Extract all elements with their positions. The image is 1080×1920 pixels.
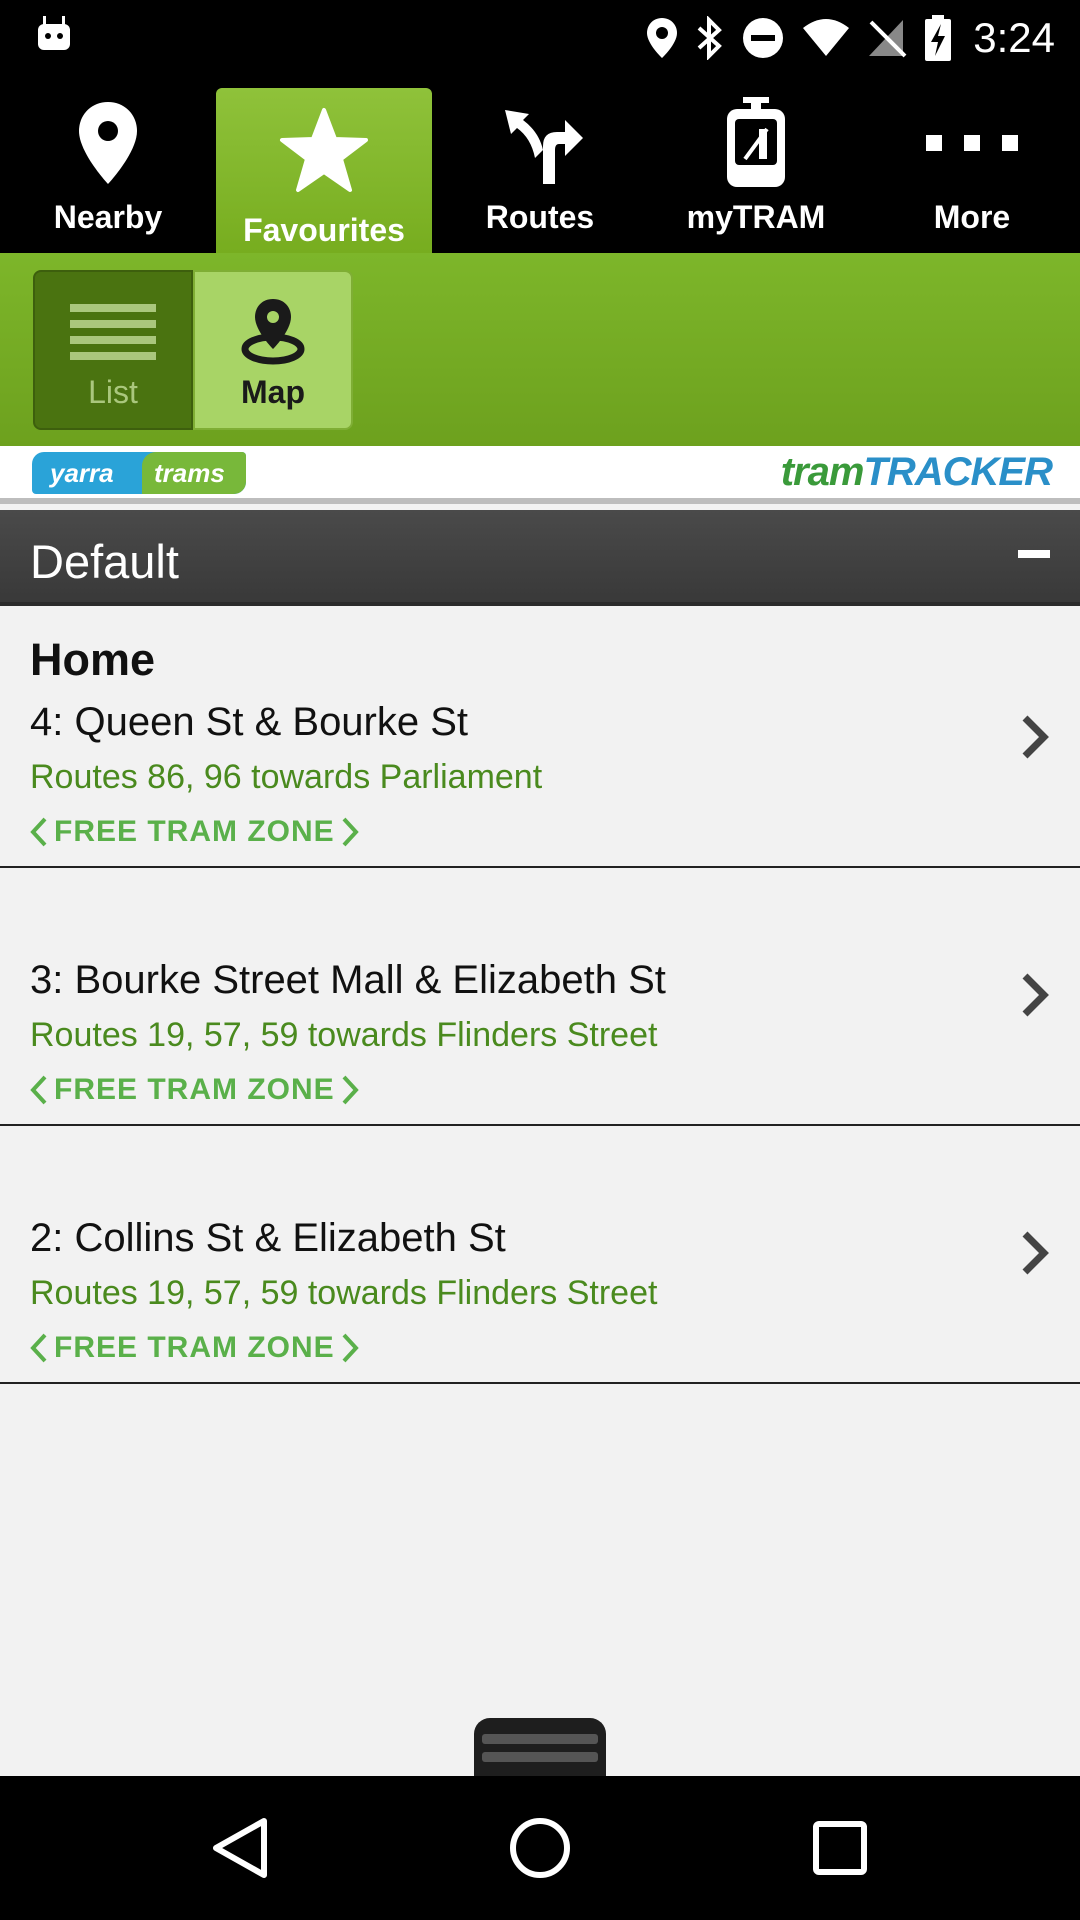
list-item[interactable]: 3: Bourke Street Mall & Elizabeth St Rou… [0,868,1080,1126]
status-bar: 3:24 [0,0,1080,75]
yarra-trams-logo: yarra trams [32,452,246,494]
free-tram-zone-badge: FREE TRAM ZONE [30,1331,359,1365]
chevron-right-icon [342,1075,359,1105]
tab-nearby[interactable]: Nearby [0,75,216,253]
tab-routes[interactable]: Routes [432,75,648,253]
back-button[interactable] [190,1798,290,1898]
routes-text: Routes 86, 96 towards Parliament [30,758,543,796]
bluetooth-icon [695,15,725,60]
battery-charging-icon [923,14,953,62]
brand-strip: yarra trams tramTRACKER [0,446,1080,504]
map-view-button[interactable]: Map [193,270,353,430]
tram-icon [721,75,791,195]
list-icon [70,272,156,372]
group-header[interactable]: Default [0,510,1080,606]
favourites-list: Home 4: Queen St & Bourke St Routes 86, … [0,610,1080,1384]
tab-favourites[interactable]: Favourites [216,88,432,253]
system-nav-bar [0,1776,1080,1920]
no-sim-icon [867,18,907,58]
drawer-handle[interactable] [474,1718,606,1776]
favourite-name: Home [30,634,156,685]
list-view-button[interactable]: List [33,270,193,430]
tramtracker-logo: tramTRACKER [780,450,1053,494]
recents-icon [813,1821,867,1875]
chevron-right-icon[interactable] [1020,714,1050,765]
chevron-left-icon [30,1333,47,1363]
chevron-left-icon [30,1075,47,1105]
stop-name: 4: Queen St & Bourke St [30,700,469,744]
collapse-icon[interactable] [1018,550,1050,558]
location-icon [645,16,679,60]
routes-text: Routes 19, 57, 59 towards Flinders Stree… [30,1016,658,1054]
android-icon [34,14,74,59]
stop-name: 3: Bourke Street Mall & Elizabeth St [30,958,666,1002]
main-tab-bar: Nearby Favourites Routes myTRAM More [0,75,1080,253]
list-item[interactable]: Home 4: Queen St & Bourke St Routes 86, … [0,610,1080,868]
list-item[interactable]: 2: Collins St & Elizabeth St Routes 19, … [0,1126,1080,1384]
chevron-left-icon [30,817,47,847]
back-icon [213,1818,267,1878]
home-button[interactable] [490,1798,590,1898]
tab-mytram[interactable]: myTRAM [648,75,864,253]
handle-line [482,1734,598,1744]
handle-line [482,1752,598,1762]
chevron-right-icon [342,817,359,847]
group-title: Default [30,535,179,588]
chevron-right-icon[interactable] [1020,972,1050,1023]
chevron-right-icon[interactable] [1020,1230,1050,1281]
home-icon [510,1818,570,1878]
stop-name: 2: Collins St & Elizabeth St [30,1216,506,1260]
free-tram-zone-badge: FREE TRAM ZONE [30,815,359,849]
free-tram-zone-badge: FREE TRAM ZONE [30,1073,359,1107]
route-arrows-icon [495,75,585,195]
routes-text: Routes 19, 57, 59 towards Flinders Stree… [30,1274,658,1312]
recents-button[interactable] [790,1798,890,1898]
location-pin-icon [73,75,143,195]
view-toolbar: List Map [0,253,1080,446]
chevron-right-icon [342,1333,359,1363]
dnd-icon [741,16,785,60]
star-icon [278,88,370,208]
wifi-icon [801,18,851,58]
tab-more[interactable]: More [864,75,1080,253]
more-dots-icon [922,75,1022,195]
status-time: 3:24 [973,13,1055,61]
map-pin-icon [238,272,308,372]
